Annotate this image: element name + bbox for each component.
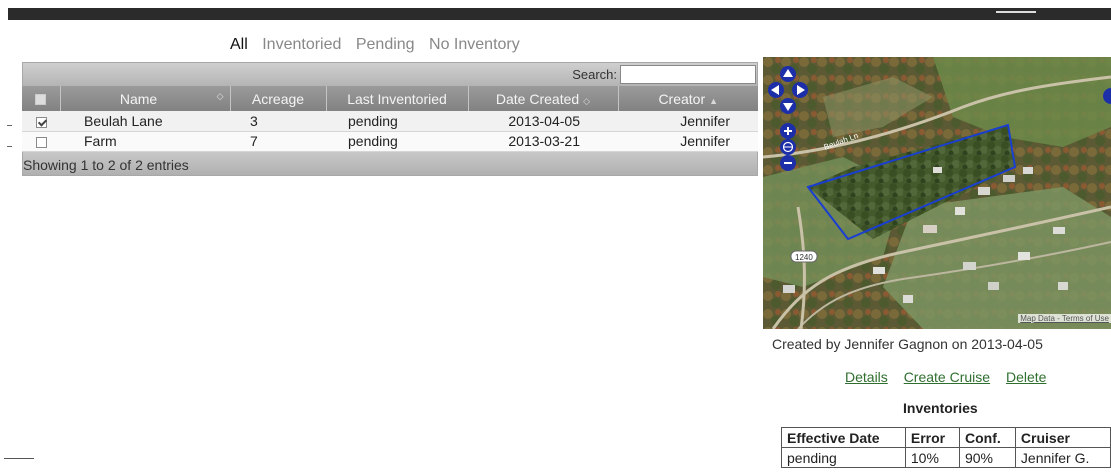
inventories-heading: Inventories bbox=[903, 400, 978, 416]
inventories-header-row: Effective Date Error Conf. Cruiser bbox=[781, 427, 1111, 448]
table-row[interactable]: Beulah Lane 3 pending 2013-04-05 Jennife… bbox=[22, 111, 758, 132]
properties-table: Search: Name ◇ Acreage Last Inventoried D… bbox=[22, 62, 758, 176]
divider-mark bbox=[4, 458, 34, 459]
cell-conf: 90% bbox=[958, 447, 1016, 468]
row-checkbox[interactable] bbox=[35, 136, 47, 148]
select-all-header[interactable] bbox=[22, 86, 61, 111]
column-header-cruiser: Cruiser bbox=[1014, 427, 1111, 448]
table-header-row: Name ◇ Acreage Last Inventoried Date Crea… bbox=[22, 86, 758, 111]
column-header-error: Error bbox=[904, 427, 960, 448]
map-attribution-link[interactable]: Map Data - Terms of Use bbox=[1018, 314, 1111, 323]
cell-name: Farm bbox=[60, 131, 230, 152]
menu-underline bbox=[996, 11, 1036, 13]
row-marker bbox=[7, 125, 12, 126]
layer-switcher-icon[interactable] bbox=[1103, 87, 1111, 105]
cell-name: Beulah Lane bbox=[60, 111, 230, 132]
column-header-acreage[interactable]: Acreage bbox=[230, 86, 327, 111]
search-label: Search: bbox=[572, 67, 617, 82]
column-header-conf: Conf. bbox=[958, 427, 1016, 448]
create-cruise-link[interactable]: Create Cruise bbox=[904, 369, 990, 385]
cell-last-inventoried: pending bbox=[326, 111, 468, 132]
filter-tab-inventoried[interactable]: Inventoried bbox=[262, 36, 341, 53]
route-shield: 1240 bbox=[795, 253, 813, 262]
top-nav-bar bbox=[8, 8, 1111, 20]
delete-link[interactable]: Delete bbox=[1006, 369, 1046, 385]
cell-cruiser: Jennifer G. bbox=[1014, 447, 1111, 468]
property-actions: Details Create Cruise Delete bbox=[845, 369, 1058, 385]
cell-date-created: 2013-04-05 bbox=[468, 111, 618, 132]
cell-creator: Jennifer bbox=[618, 131, 758, 152]
filter-tab-pending[interactable]: Pending bbox=[356, 36, 415, 53]
sort-icon: ◇ bbox=[216, 90, 224, 101]
column-header-last-inventoried[interactable]: Last Inventoried bbox=[326, 86, 469, 111]
sort-ascending-icon: ▲ bbox=[709, 95, 719, 106]
cell-error: 10% bbox=[904, 447, 960, 468]
column-header-creator[interactable]: Creator ▲ bbox=[618, 86, 758, 111]
filter-tab-all[interactable]: All bbox=[230, 36, 248, 53]
column-header-effective-date: Effective Date bbox=[781, 427, 906, 448]
filter-tab-no-inventory[interactable]: No Inventory bbox=[429, 36, 520, 53]
created-by-text: Created by Jennifer Gagnon on 2013-04-05 bbox=[772, 336, 1043, 352]
column-header-date-created[interactable]: Date Created ◇ bbox=[468, 86, 619, 111]
inventories-table: Effective Date Error Conf. Cruiser pendi… bbox=[781, 427, 1111, 468]
inventory-row[interactable]: pending 10% 90% Jennifer G. bbox=[781, 447, 1111, 468]
row-marker bbox=[7, 146, 12, 147]
satellite-imagery: Beulah Ln 1240 bbox=[763, 57, 1111, 329]
cell-last-inventoried: pending bbox=[326, 131, 468, 152]
search-input[interactable] bbox=[620, 65, 756, 84]
cell-date-created: 2013-03-21 bbox=[468, 131, 618, 152]
cell-acreage: 3 bbox=[230, 111, 326, 132]
map-navigation-controls[interactable] bbox=[765, 65, 811, 185]
cell-creator: Jennifer bbox=[618, 111, 758, 132]
table-toolbar: Search: bbox=[22, 62, 758, 86]
cell-effective-date: pending bbox=[781, 447, 906, 468]
property-map[interactable]: Beulah Ln 1240 Map Data - Terms of Use bbox=[763, 57, 1111, 329]
column-header-name[interactable]: Name ◇ bbox=[60, 86, 231, 111]
filter-tabs: All Inventoried Pending No Inventory bbox=[230, 36, 530, 54]
cell-acreage: 7 bbox=[230, 131, 326, 152]
table-info: Showing 1 to 2 of 2 entries bbox=[22, 151, 758, 176]
select-all-checkbox[interactable] bbox=[35, 94, 47, 106]
details-link[interactable]: Details bbox=[845, 369, 888, 385]
sort-icon: ◇ bbox=[583, 95, 591, 106]
row-checkbox[interactable] bbox=[35, 116, 47, 128]
table-row[interactable]: Farm 7 pending 2013-03-21 Jennifer bbox=[22, 131, 758, 152]
